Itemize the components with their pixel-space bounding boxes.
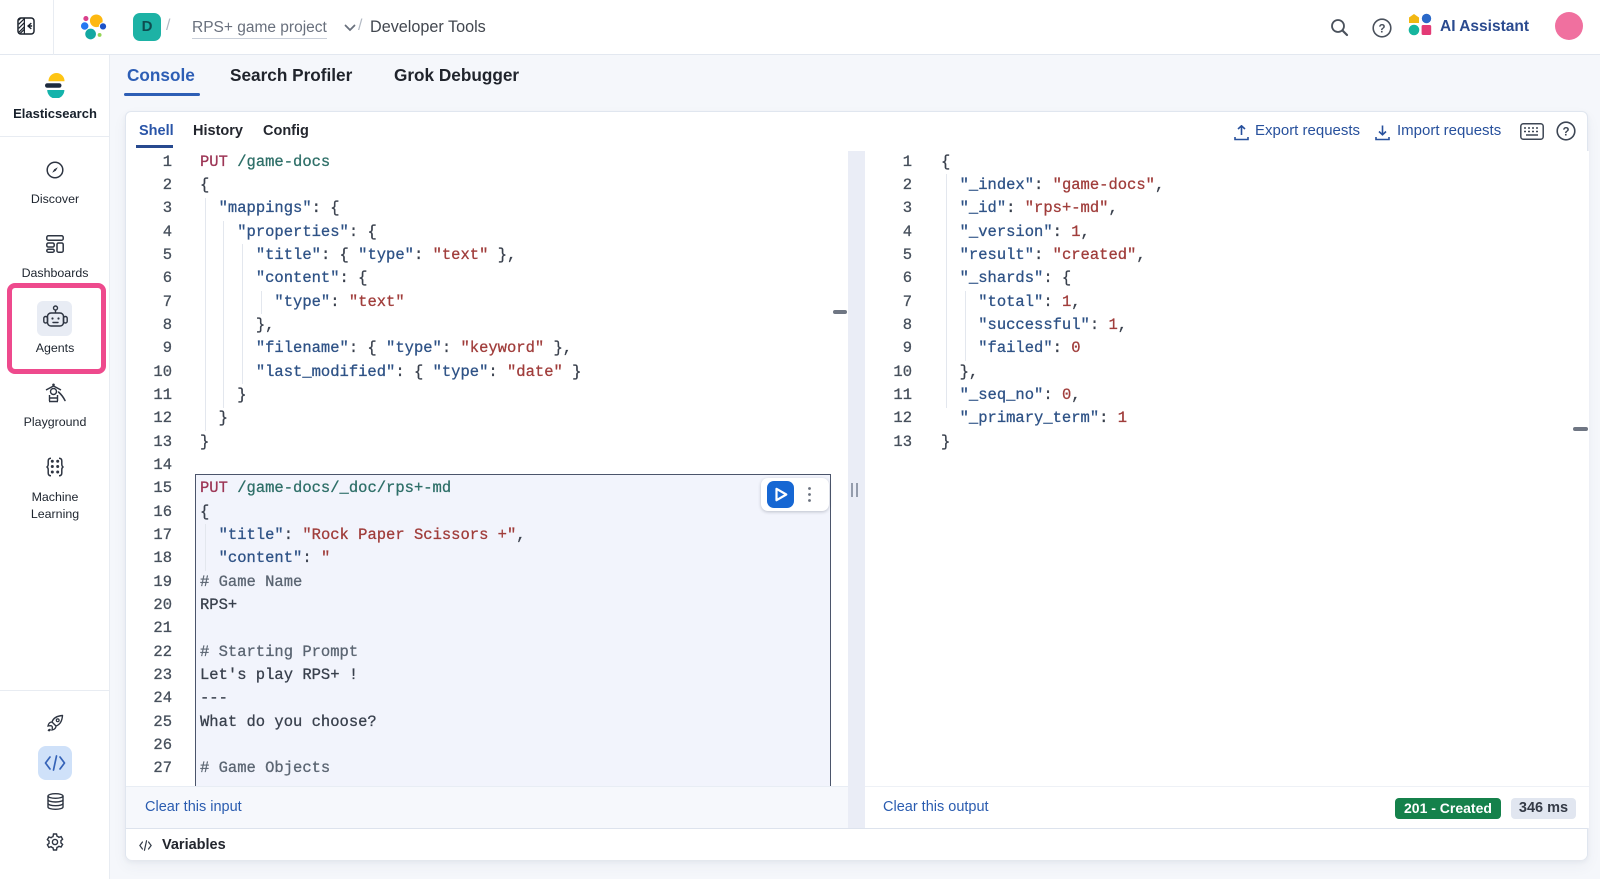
svg-text:?: ? (1562, 126, 1569, 138)
svg-text:?: ? (1378, 23, 1385, 35)
